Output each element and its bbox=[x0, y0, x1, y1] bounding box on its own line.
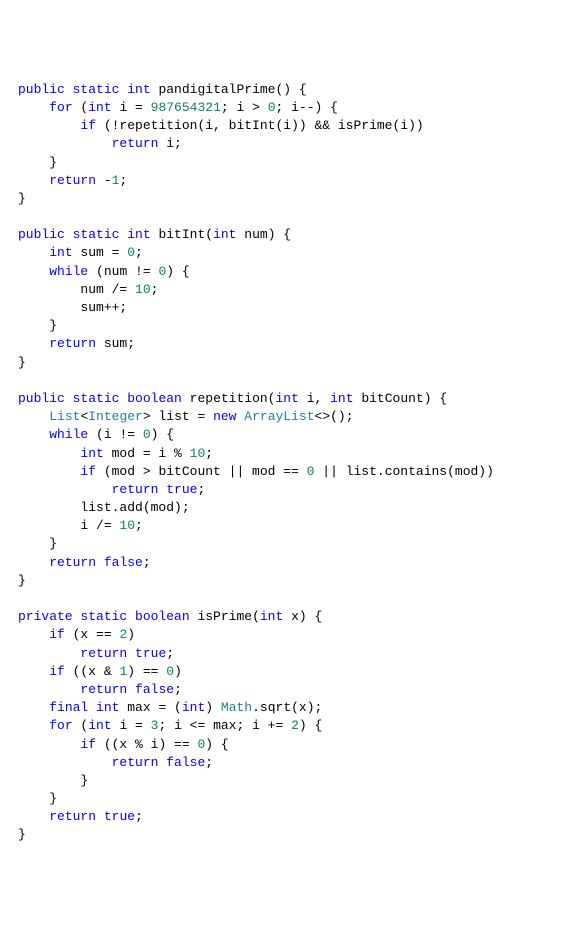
code-line: } bbox=[18, 773, 88, 788]
code-line: public static int bitInt(int num) { bbox=[18, 227, 291, 242]
code-line: return true; bbox=[18, 646, 174, 661]
code-line: } bbox=[18, 827, 26, 842]
code-line: if ((x % i) == 0) { bbox=[18, 737, 229, 752]
code-line: for (int i = 987654321; i > 0; i--) { bbox=[18, 100, 338, 115]
code-line: } bbox=[18, 573, 26, 588]
code-line: if ((x & 1) == 0) bbox=[18, 664, 182, 679]
code-line: list.add(mod); bbox=[18, 500, 190, 515]
code-line: while (i != 0) { bbox=[18, 427, 174, 442]
code-line: sum++; bbox=[18, 300, 127, 315]
code-line: public static boolean repetition(int i, … bbox=[18, 391, 447, 406]
code-line: } bbox=[18, 155, 57, 170]
code-line: final int max = (int) Math.sqrt(x); bbox=[18, 700, 322, 715]
code-line: for (int i = 3; i <= max; i += 2) { bbox=[18, 718, 322, 733]
code-line: List<Integer> list = new ArrayList<>(); bbox=[18, 409, 354, 424]
code-line: } bbox=[18, 191, 26, 206]
code-line: } bbox=[18, 536, 57, 551]
code-line: return false; bbox=[18, 555, 151, 570]
code-line: int sum = 0; bbox=[18, 245, 143, 260]
code-line: return true; bbox=[18, 809, 143, 824]
code-line: return -1; bbox=[18, 173, 127, 188]
code-line: return false; bbox=[18, 682, 182, 697]
code-line: num /= 10; bbox=[18, 282, 158, 297]
code-line: } bbox=[18, 791, 57, 806]
code-line: int mod = i % 10; bbox=[18, 446, 213, 461]
code-line: public static int pandigitalPrime() { bbox=[18, 82, 307, 97]
code-line: } bbox=[18, 355, 26, 370]
code-line: return false; bbox=[18, 755, 213, 770]
code-line: if (!repetition(i, bitInt(i)) && isPrime… bbox=[18, 118, 424, 133]
code-line: } bbox=[18, 318, 57, 333]
code-line: while (num != 0) { bbox=[18, 264, 190, 279]
code-snippet: public static int pandigitalPrime() { fo… bbox=[18, 81, 561, 845]
code-line: if (x == 2) bbox=[18, 627, 135, 642]
code-line: return sum; bbox=[18, 336, 135, 351]
code-line: return true; bbox=[18, 482, 205, 497]
code-line: private static boolean isPrime(int x) { bbox=[18, 609, 322, 624]
code-line: return i; bbox=[18, 136, 182, 151]
code-line: if (mod > bitCount || mod == 0 || list.c… bbox=[18, 464, 494, 479]
code-line: i /= 10; bbox=[18, 518, 143, 533]
